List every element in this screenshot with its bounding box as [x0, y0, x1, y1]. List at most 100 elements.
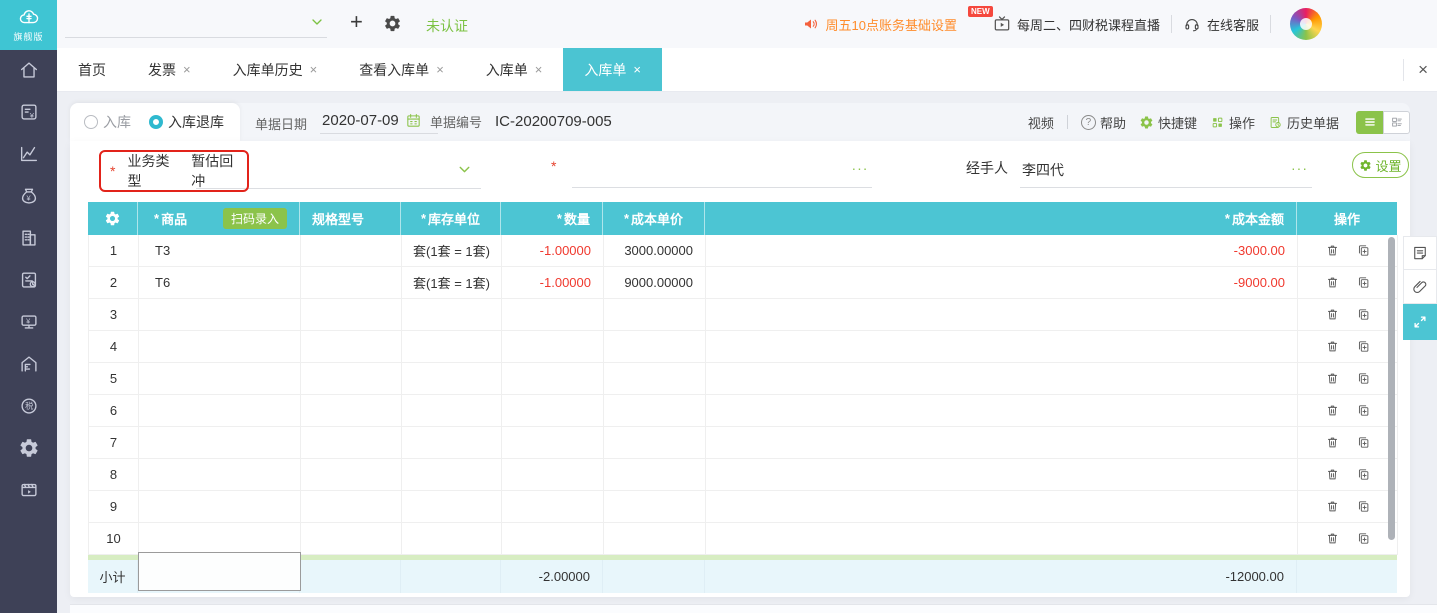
delete-row-icon[interactable]: [1325, 499, 1340, 514]
focused-product-cell[interactable]: [138, 552, 301, 591]
attachment-button[interactable]: [1403, 270, 1437, 304]
business-type-highlight-box[interactable]: * 业务类型 暂估回冲: [99, 150, 249, 192]
cell-spec[interactable]: [301, 459, 402, 491]
cell-amount[interactable]: [706, 331, 1298, 363]
chart-icon[interactable]: [18, 143, 40, 165]
scan-entry-button[interactable]: 扫码录入: [223, 208, 287, 229]
tab-stockin-history[interactable]: 入库单历史×: [212, 48, 339, 91]
cell-qty[interactable]: [502, 459, 604, 491]
chevron-down-icon[interactable]: [456, 161, 473, 178]
date-field[interactable]: 2020-07-09: [320, 112, 438, 134]
cell-spec[interactable]: [301, 523, 402, 555]
cell-spec[interactable]: [301, 427, 402, 459]
delete-row-icon[interactable]: [1325, 531, 1340, 546]
announcement-link[interactable]: 周五10点账务基础设置: [802, 15, 957, 34]
note-button[interactable]: [1403, 236, 1437, 270]
cell-product[interactable]: T6: [139, 267, 301, 299]
handler-value[interactable]: 李四代: [1022, 162, 1064, 178]
cell-spec[interactable]: [301, 363, 402, 395]
calendar-icon[interactable]: [405, 112, 422, 129]
cell-product[interactable]: [139, 523, 301, 555]
close-icon[interactable]: ×: [535, 62, 543, 77]
cell-qty[interactable]: [502, 523, 604, 555]
cell-product[interactable]: [139, 299, 301, 331]
cell-qty[interactable]: [502, 427, 604, 459]
cell-unit[interactable]: [402, 523, 502, 555]
video-tutorial-icon[interactable]: [18, 479, 40, 501]
horizontal-scrollbar[interactable]: [70, 604, 1437, 613]
cell-unit[interactable]: 套(1套 = 1套): [402, 267, 502, 299]
cell-product[interactable]: T3: [139, 235, 301, 267]
copy-row-icon[interactable]: [1356, 403, 1371, 418]
cell-price[interactable]: [604, 459, 706, 491]
cell-price[interactable]: 3000.00000: [604, 235, 706, 267]
add-button[interactable]: +: [350, 9, 363, 35]
cell-unit[interactable]: [402, 363, 502, 395]
delete-row-icon[interactable]: [1325, 371, 1340, 386]
close-icon[interactable]: ×: [436, 62, 444, 77]
report-icon[interactable]: [18, 269, 40, 291]
cell-unit[interactable]: [402, 395, 502, 427]
cell-amount[interactable]: [706, 491, 1298, 523]
funds-icon[interactable]: [18, 185, 40, 207]
cell-amount[interactable]: -9000.00: [706, 267, 1298, 299]
cell-qty[interactable]: -1.00000: [502, 267, 604, 299]
cell-spec[interactable]: [301, 491, 402, 523]
cell-unit[interactable]: [402, 331, 502, 363]
handler-field[interactable]: 李四代 ···: [1020, 158, 1312, 188]
cell-qty[interactable]: [502, 491, 604, 523]
cell-amount[interactable]: [706, 459, 1298, 491]
chevron-down-icon[interactable]: [309, 14, 325, 30]
copy-row-icon[interactable]: [1356, 371, 1371, 386]
cell-product[interactable]: [139, 459, 301, 491]
live-course-link[interactable]: NEW 每周二、四财税课程直播: [968, 14, 1160, 34]
invoice-icon[interactable]: [18, 101, 40, 123]
list-view-button[interactable]: [1356, 111, 1383, 134]
copy-row-icon[interactable]: [1356, 275, 1371, 290]
delete-row-icon[interactable]: [1325, 403, 1340, 418]
gear-icon[interactable]: [383, 14, 402, 33]
cell-unit[interactable]: [402, 427, 502, 459]
cell-amount[interactable]: [706, 427, 1298, 459]
cell-product[interactable]: [139, 491, 301, 523]
cell-spec[interactable]: [301, 235, 402, 267]
warehouse-icon[interactable]: [18, 353, 40, 375]
column-settings-icon[interactable]: [104, 210, 121, 227]
cell-qty[interactable]: [502, 363, 604, 395]
cell-price[interactable]: [604, 331, 706, 363]
copy-row-icon[interactable]: [1356, 243, 1371, 258]
tab-invoice[interactable]: 发票×: [127, 48, 212, 91]
copy-row-icon[interactable]: [1356, 499, 1371, 514]
cell-price[interactable]: [604, 395, 706, 427]
verify-status[interactable]: 未认证: [426, 16, 468, 36]
cell-product[interactable]: [139, 427, 301, 459]
help-link[interactable]: ? 帮助: [1081, 113, 1126, 132]
cell-product[interactable]: [139, 395, 301, 427]
history-link[interactable]: 历史单据: [1268, 113, 1339, 132]
cell-unit[interactable]: [402, 299, 502, 331]
tax-icon[interactable]: [18, 395, 40, 417]
copy-row-icon[interactable]: [1356, 531, 1371, 546]
cashier-icon[interactable]: [18, 311, 40, 333]
cell-spec[interactable]: [301, 395, 402, 427]
delete-row-icon[interactable]: [1325, 435, 1340, 450]
settings-button[interactable]: 设置: [1352, 152, 1409, 178]
cell-spec[interactable]: [301, 299, 402, 331]
date-value[interactable]: 2020-07-09: [322, 112, 399, 129]
cell-price[interactable]: [604, 299, 706, 331]
cell-product[interactable]: [139, 331, 301, 363]
settings-icon[interactable]: [18, 437, 40, 459]
cell-qty[interactable]: [502, 331, 604, 363]
copy-row-icon[interactable]: [1356, 435, 1371, 450]
copy-row-icon[interactable]: [1356, 339, 1371, 354]
delete-row-icon[interactable]: [1325, 339, 1340, 354]
delete-row-icon[interactable]: [1325, 243, 1340, 258]
close-icon[interactable]: ×: [310, 62, 318, 77]
cell-unit[interactable]: 套(1套 = 1套): [402, 235, 502, 267]
cell-qty[interactable]: [502, 299, 604, 331]
cell-price[interactable]: [604, 523, 706, 555]
cell-unit[interactable]: [402, 459, 502, 491]
shortcut-link[interactable]: 快捷键: [1139, 113, 1197, 132]
cell-amount[interactable]: [706, 395, 1298, 427]
cell-spec[interactable]: [301, 267, 402, 299]
